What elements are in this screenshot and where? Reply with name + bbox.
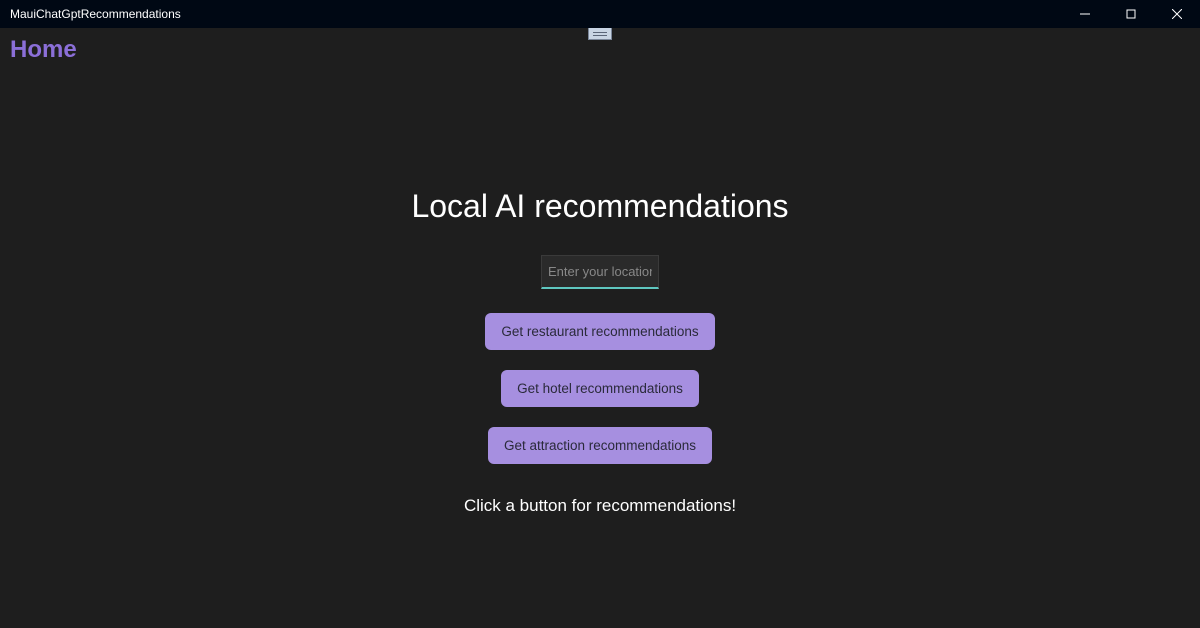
minimize-button[interactable] [1062, 0, 1108, 28]
get-hotel-button[interactable]: Get hotel recommendations [501, 370, 699, 407]
window-titlebar: MauiChatGptRecommendations [0, 0, 1200, 28]
hint-text: Click a button for recommendations! [464, 496, 736, 516]
window-title: MauiChatGptRecommendations [10, 7, 181, 21]
close-icon [1172, 9, 1182, 19]
window-controls [1062, 0, 1200, 28]
flyout-handle[interactable] [588, 28, 612, 40]
maximize-icon [1126, 9, 1136, 19]
get-restaurant-button[interactable]: Get restaurant recommendations [485, 313, 714, 350]
main-area: Local AI recommendations Get restaurant … [0, 28, 1200, 516]
location-input[interactable] [541, 255, 659, 289]
close-button[interactable] [1154, 0, 1200, 28]
get-attraction-button[interactable]: Get attraction recommendations [488, 427, 712, 464]
maximize-button[interactable] [1108, 0, 1154, 28]
main-heading: Local AI recommendations [411, 188, 788, 225]
minimize-icon [1080, 9, 1090, 19]
handle-line-icon [593, 32, 607, 33]
handle-line-icon [593, 35, 607, 36]
app-content: Home Local AI recommendations Get restau… [0, 28, 1200, 628]
page-title: Home [10, 36, 77, 64]
